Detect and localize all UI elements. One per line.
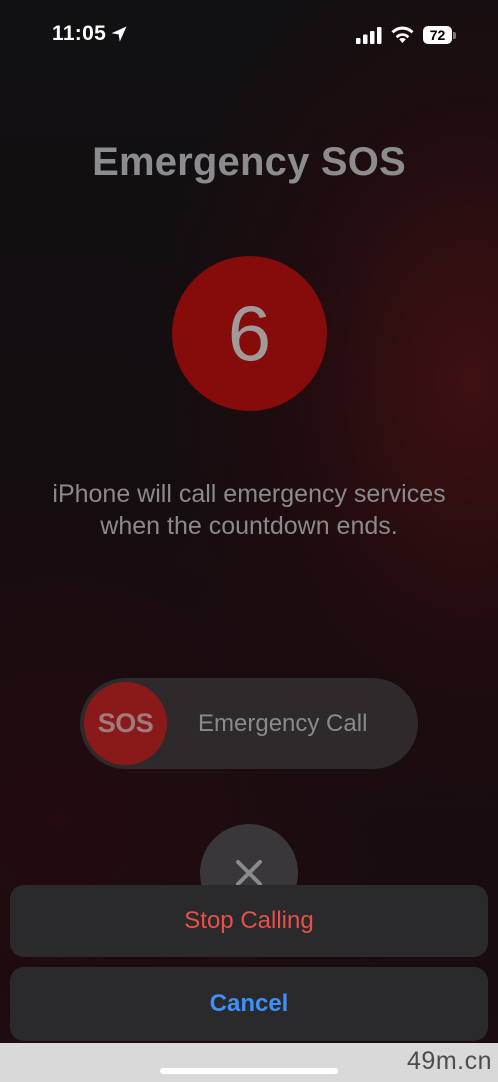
slider-label: Emergency Call bbox=[198, 710, 368, 737]
description-line-1: iPhone will call emergency services bbox=[52, 480, 446, 508]
cellular-signal-icon bbox=[356, 27, 382, 44]
battery-cap bbox=[453, 32, 456, 39]
cancel-button[interactable]: Cancel bbox=[10, 967, 488, 1041]
home-indicator[interactable] bbox=[160, 1068, 338, 1074]
watermark: 49m.cn bbox=[407, 1047, 492, 1075]
sos-slider-knob[interactable]: SOS bbox=[84, 682, 167, 765]
bottom-bar: 49m.cn bbox=[0, 1043, 498, 1082]
description-line-2: when the countdown ends. bbox=[100, 512, 398, 540]
sos-screen: 11:05 72 Emergency SOS 6 iPhone will cal… bbox=[0, 0, 498, 1082]
page-title: Emergency SOS bbox=[92, 140, 406, 184]
location-arrow-icon bbox=[111, 26, 127, 42]
status-bar: 11:05 72 bbox=[0, 0, 498, 72]
status-time: 11:05 bbox=[52, 22, 107, 45]
battery-icon: 72 bbox=[423, 26, 452, 44]
wifi-icon bbox=[391, 26, 414, 43]
stop-calling-button[interactable]: Stop Calling bbox=[10, 885, 488, 957]
emergency-call-slider[interactable]: SOS Emergency Call bbox=[80, 678, 418, 769]
countdown-description: iPhone will call emergency services when… bbox=[20, 478, 478, 542]
countdown-circle: 6 bbox=[172, 256, 327, 411]
countdown-number: 6 bbox=[227, 289, 272, 377]
